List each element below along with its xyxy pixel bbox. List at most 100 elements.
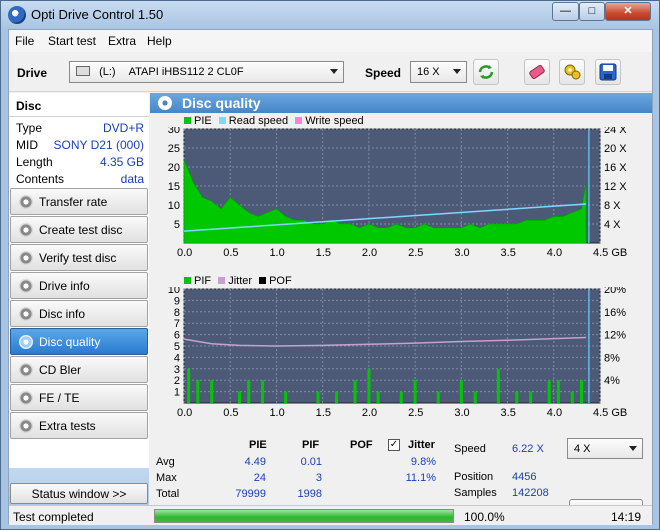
save-icon [599, 63, 617, 81]
progress-label: 100.0% [464, 510, 505, 524]
pif-bar [547, 380, 551, 403]
x-tick-label: 1.0 [269, 407, 284, 419]
x-tick-label: 3.0 [454, 407, 469, 419]
pif-swatch [184, 277, 191, 284]
jitter-swatch [218, 277, 226, 284]
chart1-legend: PIE Read speed Write speed [184, 115, 364, 127]
pof-swatch [259, 277, 267, 284]
x-tick-label: 0.0 [177, 407, 192, 419]
pif-bar [367, 368, 371, 403]
disc-value: data [120, 172, 144, 186]
total-pie: 79999 [235, 488, 266, 500]
nav-drive-info[interactable]: Drive info [10, 272, 148, 299]
pif-bar [353, 380, 357, 403]
pif-bar [210, 380, 214, 403]
drive-letter: (L:) [99, 66, 116, 78]
pif-bar [376, 391, 380, 403]
y-tick-label: 20 [168, 162, 180, 174]
legend-jitter: Jitter [228, 275, 253, 287]
x-tick-label: 0.5 [223, 247, 238, 259]
pif-bar [556, 380, 560, 403]
title-bar: Opti Drive Control 1.50 — □ ✕ [1, 1, 659, 29]
refresh-button[interactable] [473, 59, 499, 85]
settings-icon [564, 64, 581, 80]
y2-tick-label: 4 X [604, 219, 621, 231]
minimize-button[interactable]: — [552, 2, 579, 21]
nav-label: Transfer rate [39, 195, 108, 209]
disc-quality-icon [158, 96, 172, 110]
menu-bar: File Start test Extra Help [9, 30, 652, 52]
menu-help[interactable]: Help [147, 34, 172, 48]
pif-bar [436, 391, 440, 403]
disc-icon [19, 419, 33, 433]
y-tick-label: 10 [168, 287, 180, 296]
nav-label: Extra tests [39, 419, 96, 433]
save-button[interactable] [595, 59, 621, 85]
x-tick-label: 1.5 [316, 247, 331, 259]
x-tick-label: 2.0 [362, 247, 377, 259]
x-tick-label: 3.5 [501, 407, 516, 419]
nav-fe-te[interactable]: FE / TE [10, 384, 148, 411]
x-tick-label: 0.5 [223, 407, 238, 419]
nav-disc-quality[interactable]: Disc quality [10, 328, 148, 355]
clock: 14:19 [611, 510, 642, 524]
nav-label: Disc quality [39, 335, 101, 349]
drive-select[interactable]: (L:) ATAPI iHBS112 2 CL0F [69, 61, 344, 83]
settings-button[interactable] [559, 59, 585, 85]
disc-key: Length [16, 155, 53, 169]
avg-jitter: 9.8% [410, 456, 436, 468]
y2-tick-label: 12% [604, 330, 626, 342]
pif-bar [187, 368, 191, 403]
chart2-legend: PIF Jitter POF [184, 275, 292, 287]
pif-bar [570, 391, 574, 403]
avg-pif: 0.01 [300, 456, 322, 468]
max-pif: 3 [315, 472, 322, 484]
x-tick-label: 3.0 [454, 247, 469, 259]
test-speed-select[interactable]: 4 X [567, 438, 643, 459]
client-area: File Start test Extra Help Drive (L:) AT… [8, 29, 653, 525]
sidebar: Disc Type DVD+R MID SONY D21 (000) Length 4… [9, 93, 149, 525]
legend-write-speed: Write speed [305, 115, 364, 127]
pif-bar [515, 391, 519, 403]
y-tick-label: 3 [174, 364, 180, 376]
test-speed-value: 4 X [574, 443, 591, 455]
menu-file[interactable]: File [15, 34, 34, 48]
y-tick-label: 6 [174, 330, 180, 342]
max-pie: 24 [253, 472, 266, 484]
disc-icon [19, 279, 33, 293]
disc-header: Disc [9, 93, 149, 117]
nav-label: CD Bler [39, 363, 82, 377]
legend-pie: PIE [194, 115, 212, 127]
nav-extra-tests[interactable]: Extra tests [10, 412, 148, 439]
nav-label: FE / TE [39, 391, 80, 405]
disc-value: 4.35 GB [99, 155, 144, 169]
chevron-down-icon [330, 69, 338, 74]
legend-pof: POF [269, 275, 292, 287]
pif-bar [247, 380, 251, 403]
disc-key: MID [16, 138, 38, 152]
refresh-icon [478, 65, 494, 79]
nav-cd-bler[interactable]: CD Bler [10, 356, 148, 383]
speed-select[interactable]: 16 X [410, 61, 467, 83]
menu-start-test[interactable]: Start test [48, 34, 96, 48]
maximize-button[interactable]: □ [579, 2, 605, 21]
disc-icon [19, 363, 33, 377]
nav-create-test-disc[interactable]: Create test disc [10, 216, 148, 243]
nav-transfer-rate[interactable]: Transfer rate [10, 188, 148, 215]
col-pof: POF [350, 439, 373, 451]
nav-disc-info[interactable]: Disc info [10, 300, 148, 327]
menu-extra[interactable]: Extra [108, 34, 136, 48]
col-jitter: Jitter [408, 439, 435, 451]
disc-icon [19, 391, 33, 405]
pif-bar [261, 380, 265, 403]
status-bar: Test completed 100.0% 14:19 [9, 505, 652, 525]
erase-button[interactable] [524, 59, 550, 85]
x-tick-label: 4.5 GB [593, 407, 627, 419]
status-window-button[interactable]: Status window >> [10, 483, 148, 504]
nav-verify-test-disc[interactable]: Verify test disc [10, 244, 148, 271]
jitter-checkbox[interactable]: ✓ [388, 439, 400, 451]
panel-title: Disc quality [182, 95, 261, 111]
y2-tick-label: 20 X [604, 143, 627, 155]
close-button[interactable]: ✕ [605, 2, 651, 21]
position-label: Position [454, 471, 494, 483]
